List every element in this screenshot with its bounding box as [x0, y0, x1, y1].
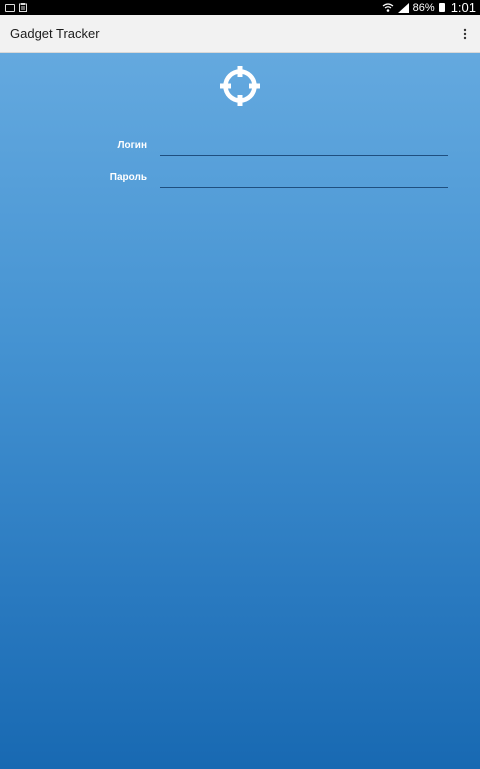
login-label: Логин	[117, 140, 147, 151]
login-input[interactable]	[160, 136, 448, 156]
clock: 1:01	[450, 0, 476, 15]
status-bar-left	[5, 3, 27, 12]
login-screen: Логин Пароль	[0, 53, 480, 769]
overflow-menu-button[interactable]	[459, 24, 471, 44]
app-bar: Gadget Tracker	[0, 15, 480, 53]
status-bar-right: 86% 1:01	[382, 0, 476, 15]
clipboard-notification-icon	[19, 3, 27, 12]
password-row: Пароль	[0, 168, 480, 192]
battery-icon	[438, 3, 445, 12]
image-notification-icon	[5, 3, 15, 12]
more-vert-icon	[463, 28, 467, 39]
crosshair-target-icon	[220, 66, 260, 106]
app-title: Gadget Tracker	[10, 26, 100, 41]
wifi-icon	[382, 2, 394, 12]
password-input[interactable]	[160, 168, 448, 188]
battery-percent: 86%	[412, 1, 435, 14]
signal-icon	[397, 2, 409, 13]
password-label: Пароль	[109, 172, 147, 183]
status-bar: 86% 1:01	[0, 0, 480, 15]
login-row: Логин	[0, 136, 480, 160]
